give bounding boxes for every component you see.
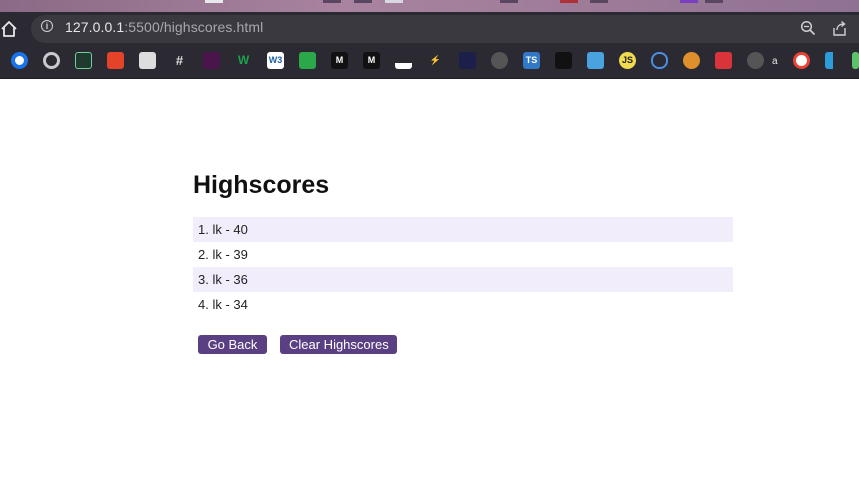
book-bookmark-icon[interactable] bbox=[139, 52, 156, 69]
url-host: 127.0.0.1 bbox=[65, 19, 125, 35]
bookmark-icon[interactable] bbox=[555, 52, 572, 69]
tab-fragment[interactable] bbox=[205, 0, 223, 3]
slack-bookmark-icon[interactable] bbox=[203, 52, 220, 69]
list-item: 4. lk - 34 bbox=[198, 297, 248, 312]
hash-bookmark-icon[interactable]: # bbox=[171, 52, 188, 69]
m-bookmark-icon[interactable]: M bbox=[331, 52, 348, 69]
go-back-button[interactable]: Go Back bbox=[198, 335, 267, 354]
w-bookmark-icon[interactable]: W bbox=[235, 52, 252, 69]
bookmark-icon[interactable] bbox=[459, 52, 476, 69]
js-bookmark-icon[interactable]: JS bbox=[619, 52, 636, 69]
tab-fragment[interactable] bbox=[680, 0, 698, 3]
bookmark-icon[interactable] bbox=[395, 52, 412, 69]
bookmark-icon[interactable] bbox=[683, 52, 700, 69]
bookmark-icon[interactable] bbox=[299, 52, 316, 69]
bookmark-label[interactable]: a bbox=[772, 56, 778, 67]
share-icon[interactable] bbox=[831, 20, 848, 37]
w3-bookmark-icon[interactable]: W3 bbox=[267, 52, 284, 69]
google-bookmark-icon[interactable] bbox=[793, 52, 810, 69]
tab-strip bbox=[0, 0, 859, 12]
home-icon[interactable] bbox=[0, 20, 18, 38]
bookmark-icon[interactable] bbox=[75, 52, 92, 69]
tab-fragment[interactable] bbox=[500, 0, 518, 3]
tab-fragment[interactable] bbox=[590, 0, 608, 3]
bookmark-icon[interactable] bbox=[852, 52, 859, 69]
bookmark-icon[interactable] bbox=[715, 52, 732, 69]
tab-fragment[interactable] bbox=[385, 0, 403, 3]
ts-bookmark-icon[interactable]: TS bbox=[523, 52, 540, 69]
cloud-bookmark-icon[interactable] bbox=[651, 52, 668, 69]
tab-fragment[interactable] bbox=[705, 0, 723, 3]
tab-fragment[interactable] bbox=[323, 0, 341, 3]
bolt-bookmark-icon[interactable]: ⚡ bbox=[427, 52, 444, 69]
url-field[interactable]: 127.0.0.1:5500/highscores.html bbox=[65, 19, 263, 35]
m-bookmark-icon[interactable]: M bbox=[363, 52, 380, 69]
page-content: Highscores 1. lk - 40 2. lk - 39 3. lk -… bbox=[0, 79, 859, 498]
clear-highscores-button[interactable]: Clear Highscores bbox=[280, 335, 397, 354]
info-icon[interactable]: i bbox=[41, 20, 53, 32]
bookmarks-bar: # W W3 M M ⚡ TS JS a bbox=[0, 44, 859, 79]
github-bookmark-icon[interactable] bbox=[43, 52, 60, 69]
bookmark-icon[interactable] bbox=[587, 52, 604, 69]
list-item: 3. lk - 36 bbox=[193, 267, 733, 292]
bookmark-icon[interactable] bbox=[825, 52, 842, 69]
tab-fragment[interactable] bbox=[560, 0, 578, 3]
url-path: :5500/highscores.html bbox=[124, 19, 264, 35]
highscores-list: 1. lk - 40 2. lk - 39 3. lk - 36 4. lk -… bbox=[193, 217, 733, 317]
zoom-icon[interactable] bbox=[800, 20, 816, 36]
globe-bookmark-icon[interactable] bbox=[491, 52, 508, 69]
page-title: Highscores bbox=[193, 171, 330, 199]
gitlab-bookmark-icon[interactable] bbox=[107, 52, 124, 69]
list-item: 1. lk - 40 bbox=[193, 217, 733, 242]
list-item: 2. lk - 39 bbox=[198, 247, 248, 262]
globe-bookmark-icon[interactable] bbox=[747, 52, 764, 69]
chrome-bookmark-icon[interactable] bbox=[11, 52, 28, 69]
tab-fragment[interactable] bbox=[354, 0, 372, 3]
